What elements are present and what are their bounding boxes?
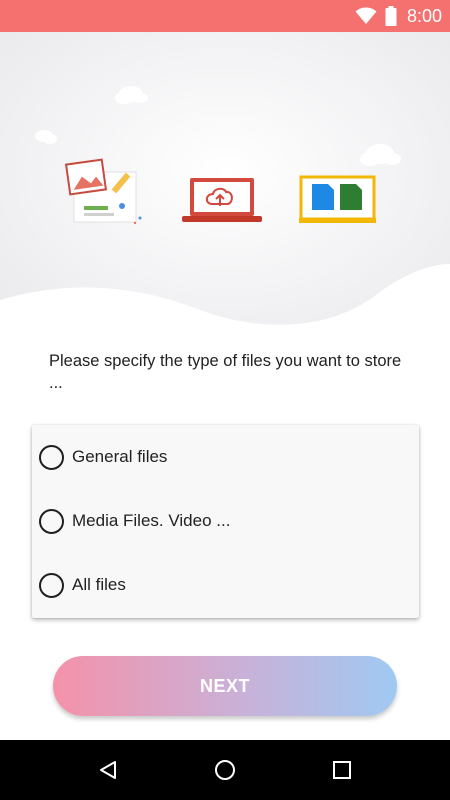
laptop-cloud-sync-icon xyxy=(182,178,262,222)
radio-button[interactable] xyxy=(39,444,64,470)
status-time: 8:00 xyxy=(406,5,442,26)
radio-button[interactable] xyxy=(39,508,64,534)
wifi-icon xyxy=(355,7,377,25)
file-type-options: General files Media Files. Video ... All… xyxy=(32,425,419,618)
status-bar: 8:00 xyxy=(0,0,450,32)
folder-files-icon xyxy=(299,175,376,223)
option-label: All files xyxy=(72,575,126,594)
battery-icon xyxy=(385,6,397,26)
home-icon[interactable] xyxy=(205,750,245,790)
hero-illustration xyxy=(0,32,450,342)
option-label: Media Files. Video ... xyxy=(72,511,231,530)
prompt-text: Please specify the type of files you wan… xyxy=(49,352,402,392)
navigation-bar xyxy=(0,740,450,800)
option-media-files[interactable]: Media Files. Video ... xyxy=(32,489,419,553)
back-icon[interactable] xyxy=(88,750,128,790)
option-general-files[interactable]: General files xyxy=(32,425,419,489)
radio-button[interactable] xyxy=(39,572,64,598)
next-button[interactable]: NEXT xyxy=(53,656,397,716)
option-all-files[interactable]: All files xyxy=(32,553,419,617)
option-label: General files xyxy=(72,447,168,466)
recents-icon[interactable] xyxy=(322,750,362,790)
